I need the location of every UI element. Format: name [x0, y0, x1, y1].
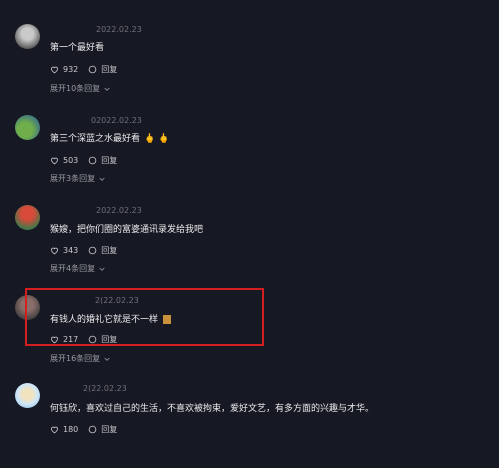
- reply-icon: [88, 335, 97, 344]
- hand-emoji-icon: 🖕 🖕: [144, 134, 170, 144]
- comment-meta: 2(22.02.23: [50, 384, 127, 393]
- comment-text-main: 第三个深蓝之水最好看: [50, 134, 141, 144]
- reply-icon: [88, 156, 97, 165]
- comment-date: 02022.02.23: [91, 116, 142, 125]
- reply-button[interactable]: 回复: [88, 155, 117, 166]
- like-button[interactable]: 217: [50, 335, 78, 344]
- like-count: 932: [63, 65, 79, 74]
- reply-icon: [88, 246, 97, 255]
- avatar[interactable]: [15, 295, 40, 320]
- reply-label: 回复: [101, 65, 118, 74]
- comment-text: 第三个深蓝之水最好看 🖕 🖕: [50, 131, 169, 144]
- comment-meta: 2022.02.23: [50, 25, 142, 34]
- heart-icon: [51, 66, 58, 74]
- comment-date: 2022.02.23: [96, 206, 142, 215]
- reply-button[interactable]: 回复: [88, 424, 117, 435]
- sticker-icon: [163, 315, 172, 324]
- comment-text: 何钰欣，喜欢过自己的生活，不喜欢被拘束，爱好文艺，有多方面的兴趣与才华。: [50, 404, 375, 414]
- like-count: 217: [63, 335, 79, 344]
- comment-text-main: 有钱人的婚礼它就是不一样: [50, 315, 159, 325]
- comment-actions: 180 回复: [50, 424, 127, 435]
- expand-replies-label: 展开4条回复: [50, 264, 96, 273]
- like-button[interactable]: 343: [50, 246, 78, 255]
- comment-date: 2(22.02.23: [83, 384, 127, 393]
- reply-button[interactable]: 回复: [88, 334, 117, 345]
- comment-actions: 217 回复: [50, 334, 127, 345]
- expand-replies-label: 展开3条回复: [50, 174, 96, 183]
- expand-replies-button[interactable]: 展开4条回复: [50, 263, 106, 274]
- comment-actions: 343 回复: [50, 245, 127, 256]
- chevron-down-icon: [99, 177, 105, 181]
- like-button[interactable]: 503: [50, 156, 78, 165]
- reply-label: 回复: [101, 156, 118, 165]
- heart-icon: [51, 426, 58, 434]
- heart-icon: [51, 157, 58, 165]
- comment-actions: 503 回复: [50, 155, 127, 166]
- comment-date: 2(22.02.23: [95, 296, 139, 305]
- expand-replies-label: 展开10条回复: [50, 84, 101, 93]
- like-button[interactable]: 180: [50, 425, 78, 434]
- expand-replies-button[interactable]: 展开10条回复: [50, 83, 111, 94]
- comment-meta: 02022.02.23: [50, 116, 142, 125]
- like-button[interactable]: 932: [50, 65, 78, 74]
- chevron-down-icon: [99, 267, 105, 271]
- like-count: 503: [63, 156, 79, 165]
- like-count: 180: [63, 425, 79, 434]
- chevron-down-icon: [104, 87, 110, 91]
- expand-replies-button[interactable]: 展开16条回复: [50, 353, 111, 364]
- reply-label: 回复: [101, 425, 118, 434]
- comment-date: 2022.02.23: [96, 25, 142, 34]
- comment-actions: 932 回复: [50, 64, 127, 75]
- reply-button[interactable]: 回复: [88, 245, 117, 256]
- chevron-down-icon: [104, 357, 110, 361]
- expand-replies-label: 展开16条回复: [50, 354, 101, 363]
- comment-text: 猴嫂，把你们圈的富婆通讯录发给我吧: [50, 225, 204, 235]
- comment-meta: 2022.02.23: [50, 206, 142, 215]
- heart-icon: [51, 336, 58, 344]
- reply-icon: [88, 65, 97, 74]
- avatar[interactable]: [15, 205, 40, 230]
- avatar[interactable]: [15, 115, 40, 140]
- avatar[interactable]: [15, 383, 40, 408]
- comment-text: 有钱人的婚礼它就是不一样: [50, 312, 172, 325]
- reply-button[interactable]: 回复: [88, 64, 117, 75]
- like-count: 343: [63, 246, 79, 255]
- comment-meta: 2(22.02.23: [50, 296, 139, 305]
- reply-icon: [88, 425, 97, 434]
- reply-label: 回复: [101, 335, 118, 344]
- reply-label: 回复: [101, 246, 118, 255]
- expand-replies-button[interactable]: 展开3条回复: [50, 173, 106, 184]
- comment-text: 第一个最好看: [50, 43, 105, 53]
- avatar[interactable]: [15, 24, 40, 49]
- heart-icon: [51, 247, 58, 255]
